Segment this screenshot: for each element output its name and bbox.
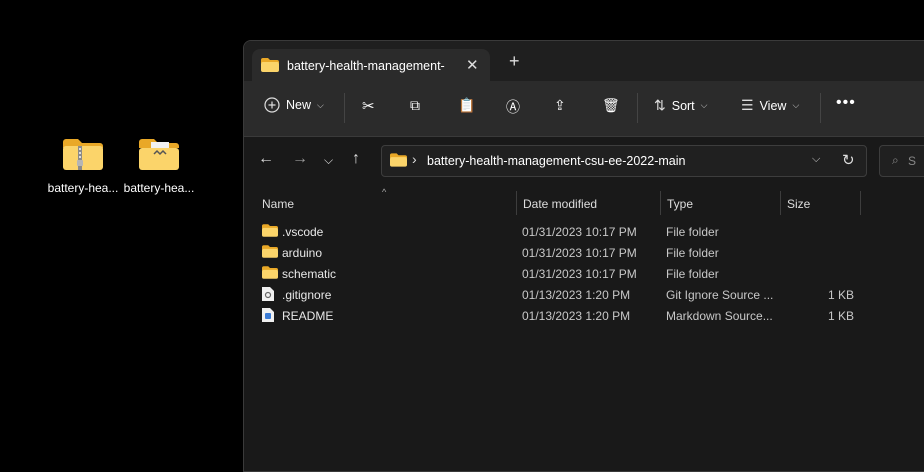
tab-title: battery-health-management- [287, 59, 445, 73]
file-date: 01/13/2023 1:20 PM [522, 288, 631, 302]
file-size: 1 KB [828, 309, 855, 323]
new-tab-button[interactable]: + [509, 52, 520, 70]
sort-indicator-icon: ^ [382, 187, 387, 197]
file-type: File folder [666, 225, 719, 239]
forward-button[interactable]: → [292, 150, 308, 168]
gitignore-file-icon [262, 287, 274, 301]
address-bar-area: ← → ⌵ ↑ › battery-health-management-csu-… [244, 137, 924, 185]
chevron-down-icon: ⌵ [700, 100, 708, 110]
breadcrumb-path[interactable]: battery-health-management-csu-ee-2022-ma… [427, 154, 685, 168]
sort-label: Sort [671, 98, 695, 113]
markdown-file-icon [262, 308, 274, 322]
search-placeholder: S [908, 154, 917, 168]
file-type: Markdown Source... [666, 309, 773, 323]
sort-icon: ⇅ [654, 97, 666, 113]
file-date: 01/31/2023 10:17 PM [522, 267, 637, 281]
address-bar[interactable]: › battery-health-management-csu-ee-2022-… [381, 145, 867, 177]
address-dropdown-icon[interactable]: ⌵ [812, 153, 820, 166]
column-divider[interactable] [660, 191, 661, 215]
close-tab-icon[interactable]: ✕ [466, 56, 479, 74]
tab-bar: battery-health-management- ✕ + [244, 41, 924, 81]
folder-icon [262, 266, 278, 279]
file-name: .vscode [282, 225, 324, 239]
sort-button[interactable]: ⇅ Sort ⌵ [654, 97, 708, 114]
folder-icon [262, 224, 278, 237]
desktop-icon-label: battery-hea... [47, 181, 119, 195]
column-divider[interactable] [780, 191, 781, 215]
desktop-icon-zip[interactable]: battery-hea... [45, 136, 121, 195]
column-header-date[interactable]: Date modified [523, 197, 597, 211]
rename-icon[interactable]: Ⓐ [506, 97, 520, 117]
chevron-down-icon: ⌵ [317, 99, 324, 110]
more-options-icon[interactable]: ••• [836, 94, 856, 112]
folder-icon [262, 245, 278, 258]
column-divider[interactable] [516, 191, 517, 215]
file-date: 01/31/2023 10:17 PM [522, 225, 637, 239]
file-size: 1 KB [828, 288, 855, 302]
tab-current[interactable]: battery-health-management- ✕ [252, 49, 490, 81]
refresh-icon[interactable]: ↻ [842, 151, 855, 169]
file-row[interactable]: schematic 01/31/2023 10:17 PM File folde… [260, 263, 860, 284]
view-button[interactable]: ☰ View ⌵ [741, 97, 799, 114]
copy-icon[interactable]: ⧉ [410, 97, 420, 114]
folder-with-document-icon [139, 139, 179, 170]
file-row[interactable]: arduino 01/31/2023 10:17 PM File folder [260, 242, 860, 263]
new-button[interactable]: New ⌵ [264, 97, 324, 113]
file-row[interactable]: .vscode 01/31/2023 10:17 PM File folder [260, 221, 860, 242]
breadcrumb-chevron-icon[interactable]: › [412, 151, 417, 167]
file-type: Git Ignore Source ... [666, 288, 774, 302]
column-header-type[interactable]: Type [667, 197, 693, 211]
chevron-down-icon: ⌵ [792, 100, 800, 110]
share-icon[interactable]: ⇪ [554, 97, 566, 114]
plus-circle-icon [264, 97, 280, 113]
zip-folder-icon [63, 139, 103, 170]
command-bar: New ⌵ ✂ ⧉ 📋 Ⓐ ⇪ 🗑 ⇅ Sort ⌵ ☰ View ⌵ ••• [244, 81, 924, 137]
view-label: View [759, 98, 787, 113]
desktop-icon-folder[interactable]: battery-hea... [121, 136, 197, 195]
folder-icon [390, 153, 407, 167]
toolbar-divider [637, 93, 638, 123]
search-icon: ⌕ [892, 153, 899, 167]
new-label: New [286, 98, 312, 112]
file-name: .gitignore [282, 288, 332, 302]
cut-icon[interactable]: ✂ [362, 97, 375, 115]
recent-locations-button[interactable]: ⌵ [324, 153, 333, 168]
delete-icon[interactable]: 🗑 [602, 97, 620, 114]
search-box[interactable]: ⌕ S [879, 145, 924, 177]
file-row[interactable]: README 01/13/2023 1:20 PM Markdown Sourc… [260, 305, 860, 326]
column-header-name[interactable]: Name [262, 197, 294, 211]
file-name: schematic [282, 267, 337, 281]
desktop-icon-label: battery-hea... [123, 181, 195, 195]
file-row[interactable]: .gitignore 01/13/2023 1:20 PM Git Ignore… [260, 284, 860, 305]
up-button[interactable]: ↑ [352, 150, 360, 168]
file-date: 01/31/2023 10:17 PM [522, 246, 637, 260]
file-type: File folder [666, 267, 719, 281]
back-button[interactable]: ← [258, 150, 274, 168]
file-type: File folder [666, 246, 719, 260]
file-date: 01/13/2023 1:20 PM [522, 309, 631, 323]
file-explorer-window: battery-health-management- ✕ + New ⌵ ✂ ⧉… [243, 40, 924, 472]
toolbar-divider [344, 93, 345, 123]
column-divider[interactable] [860, 191, 861, 215]
paste-icon[interactable]: 📋 [458, 97, 475, 114]
file-name: arduino [282, 246, 323, 260]
column-header-size[interactable]: Size [787, 197, 810, 211]
view-icon: ☰ [741, 97, 754, 113]
toolbar-divider [820, 93, 821, 123]
folder-icon [261, 58, 279, 72]
file-name: README [282, 309, 334, 323]
